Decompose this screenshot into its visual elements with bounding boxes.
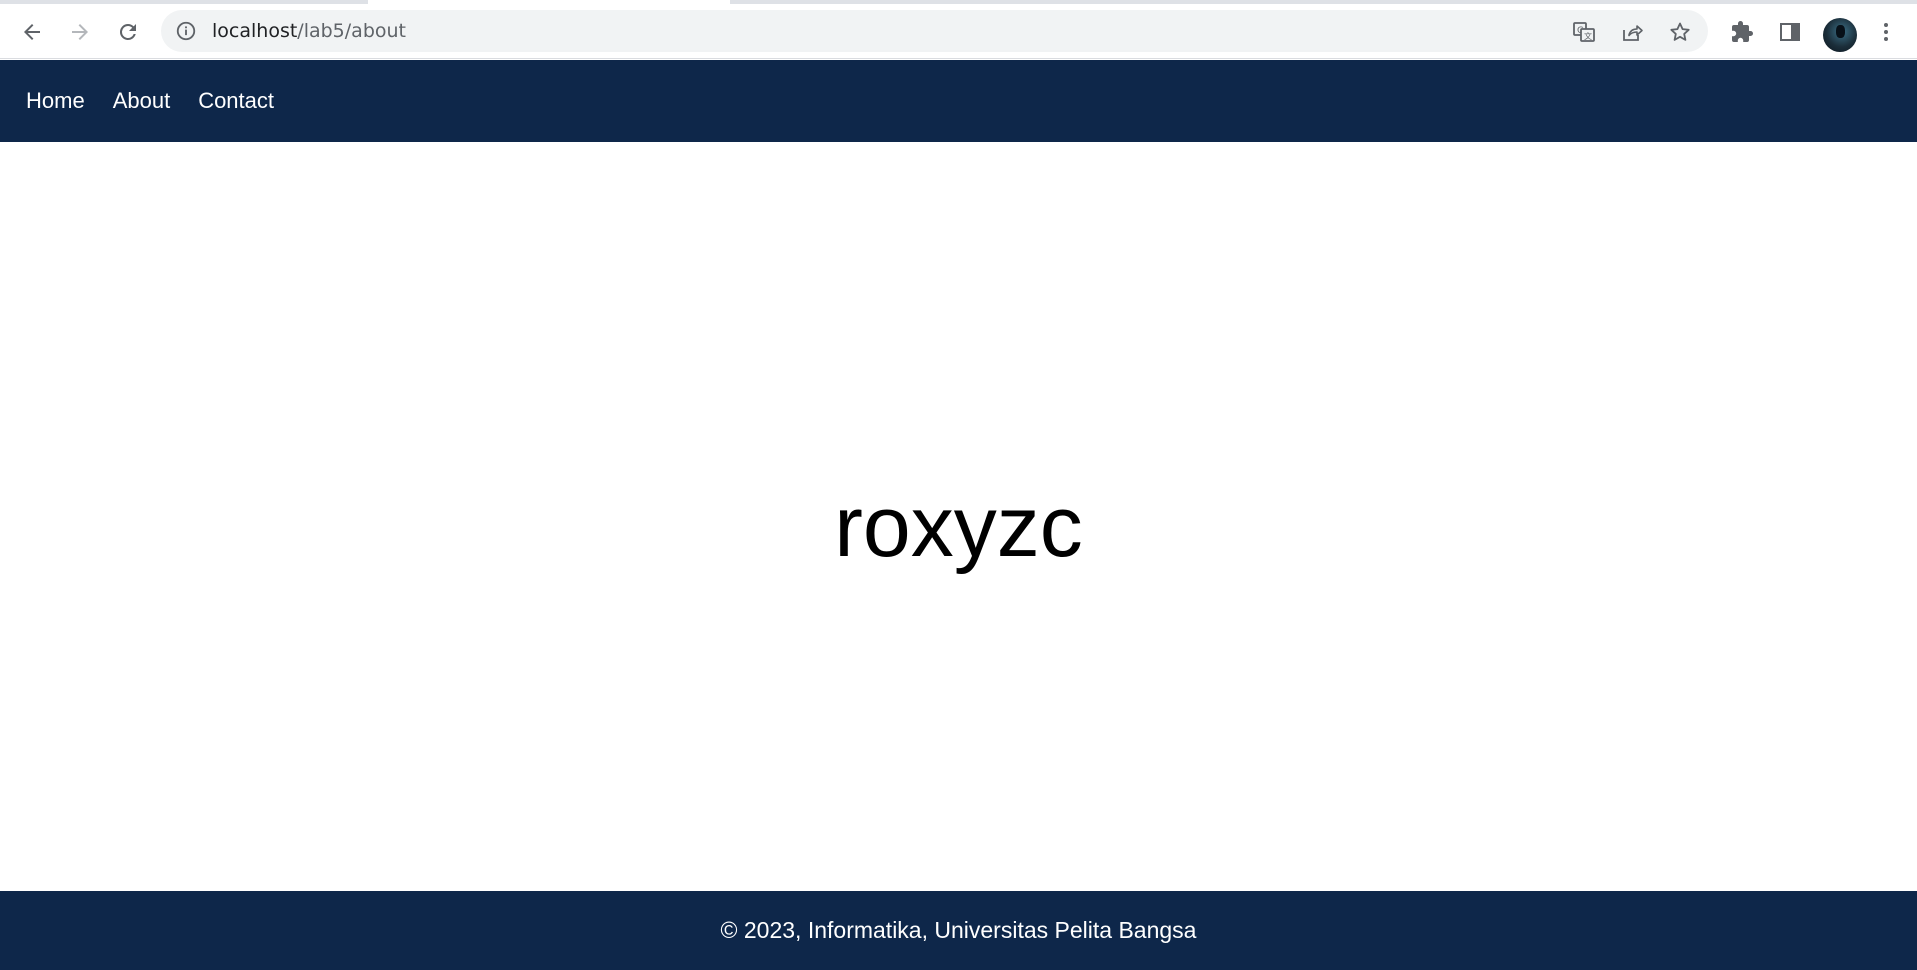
address-bar[interactable]: localhost/lab5/about G 文 (161, 10, 1708, 52)
site-info-icon[interactable] (175, 20, 197, 42)
url-host: localhost (212, 20, 298, 42)
side-panel-icon[interactable] (1772, 14, 1808, 50)
url-path: /lab5/about (297, 20, 406, 42)
menu-kebab-icon[interactable] (1868, 14, 1904, 50)
svg-text:文: 文 (1584, 31, 1592, 41)
forward-arrow-icon[interactable] (62, 14, 98, 50)
bookmark-star-icon[interactable] (1667, 19, 1693, 45)
url-text: localhost/lab5/about (212, 10, 406, 52)
translate-icon[interactable]: G 文 (1571, 19, 1597, 45)
main-content: roxyzc (0, 142, 1917, 891)
site-navbar: Home About Contact (0, 60, 1917, 142)
page-heading: roxyzc (834, 479, 1083, 575)
reload-icon[interactable] (110, 14, 146, 50)
nav-link-home[interactable]: Home (26, 88, 85, 114)
share-icon[interactable] (1619, 19, 1645, 45)
extensions-icon[interactable] (1724, 14, 1760, 50)
browser-toolbar: localhost/lab5/about G 文 (0, 4, 1917, 59)
nav-link-contact[interactable]: Contact (198, 88, 274, 114)
profile-avatar[interactable] (1823, 18, 1857, 52)
site-footer: © 2023, Informatika, Universitas Pelita … (0, 891, 1917, 970)
back-arrow-icon[interactable] (14, 14, 50, 50)
nav-link-about[interactable]: About (113, 88, 171, 114)
footer-copyright: © 2023, Informatika, Universitas Pelita … (720, 917, 1197, 943)
